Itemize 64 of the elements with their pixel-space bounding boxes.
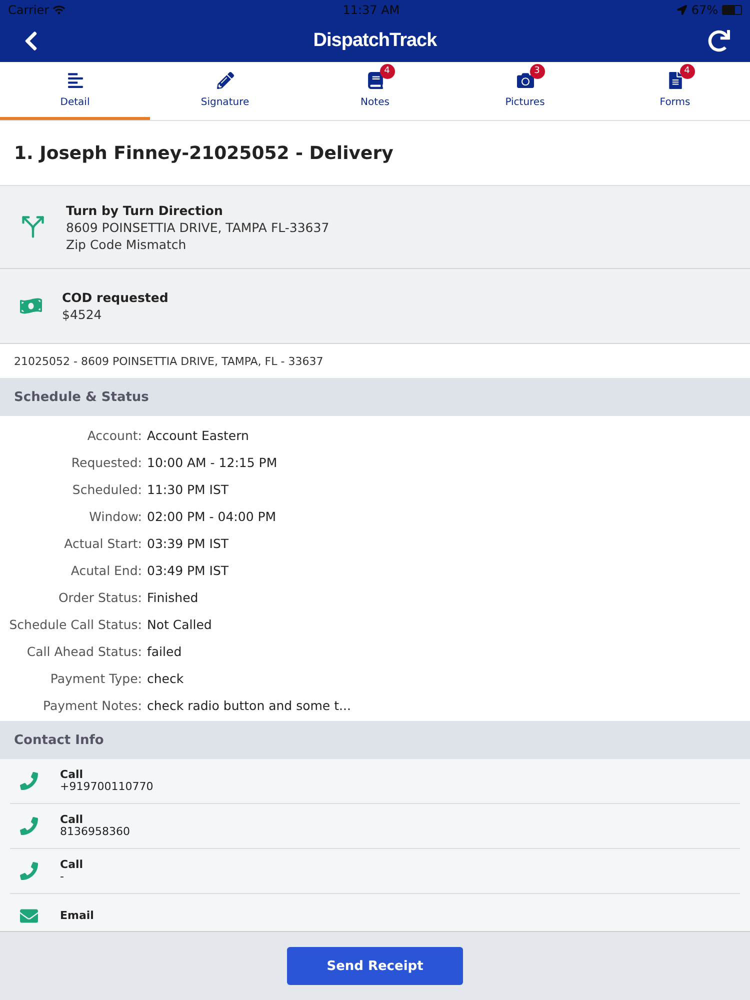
contact-row[interactable]: Call 8136958360 <box>10 804 740 849</box>
info-title: COD requested <box>62 289 168 306</box>
info-text: 8609 POINSETTIA DRIVE, TAMPA FL-33637 <box>66 218 330 236</box>
field-value: Not Called <box>147 617 213 632</box>
field-label: Payment Type: <box>49 671 142 686</box>
contact-row[interactable]: Call +919700110770 <box>10 759 740 804</box>
section-header: Schedule & Status <box>0 378 750 416</box>
phone-icon <box>20 862 38 880</box>
info-title: Turn by Turn Direction <box>66 202 224 218</box>
phone-icon <box>20 817 38 835</box>
count-badge: 4 <box>380 64 394 78</box>
contact-label: Call <box>60 859 84 871</box>
info-text: $4524 <box>62 306 103 323</box>
field-label: Actual Start: <box>63 536 142 551</box>
section-header: Contact Info <box>0 721 750 759</box>
field-value: 10:00 AM - 12:15 PM <box>147 455 278 470</box>
wifi-icon <box>53 4 66 16</box>
field-label: Account: <box>86 428 142 443</box>
field-value: Account Eastern <box>147 428 250 443</box>
field-label: Schedule Call Status: <box>8 617 142 632</box>
info-row[interactable]: COD requested $4524 <box>0 269 750 344</box>
fork-arrow-icon <box>20 214 46 240</box>
info-row[interactable]: Turn by Turn Direction 8609 POINSETTIA DRIVE, TAMPA FL-33637 Zip Code Mismatch <box>0 186 750 269</box>
contact-value: 8136958360 <box>60 826 130 838</box>
camera-icon <box>516 72 534 88</box>
field-value: 03:39 PM IST <box>147 536 230 551</box>
field-value: check radio button and some t... <box>147 698 352 713</box>
phone-icon <box>20 772 38 790</box>
envelope-icon <box>20 907 38 925</box>
field-value: 02:00 PM - 04:00 PM <box>147 509 278 524</box>
info-text: Zip Code Mismatch <box>66 236 188 252</box>
contact-row[interactable]: Call - <box>10 849 740 894</box>
app-logo: DispatchTrack <box>313 30 437 52</box>
field-value: 03:49 PM IST <box>147 563 230 578</box>
location-icon <box>677 5 688 15</box>
pencil-icon <box>216 72 234 88</box>
clock: 11:37 AM <box>342 3 400 17</box>
field-label: Order Status: <box>57 590 142 605</box>
document-icon <box>666 72 684 88</box>
count-badge: 4 <box>680 64 694 78</box>
carrier-label: Carrier <box>8 3 50 17</box>
field-label: Window: <box>88 509 142 524</box>
address-text: 21025052 - 8609 POINSETTIA DRIVE, TAMPA, FL - 33637 <box>13 354 324 370</box>
field-label: Acutal End: <box>70 563 142 578</box>
book-icon <box>366 72 384 88</box>
contact-value: +919700110770 <box>60 781 154 793</box>
battery-percent: 67% <box>691 3 718 17</box>
count-badge: 3 <box>530 64 544 78</box>
field-label: Scheduled: <box>71 482 142 497</box>
field-label: Call Ahead Status: <box>26 644 142 659</box>
field-value: Finished <box>147 590 200 605</box>
contact-label: Email <box>60 910 94 922</box>
refresh-button[interactable] <box>708 30 730 52</box>
contact-label: Call <box>60 814 84 826</box>
contact-value: - <box>60 871 65 883</box>
send-receipt-button[interactable]: Send Receipt <box>287 947 463 985</box>
field-value: failed <box>147 644 183 659</box>
field-value: 11:30 PM IST <box>147 482 230 497</box>
battery-icon <box>722 5 742 15</box>
contact-label: Call <box>60 769 84 781</box>
field-value: check <box>147 671 185 686</box>
lines-icon <box>66 72 84 88</box>
field-label: Payment Notes: <box>42 698 142 713</box>
field-label: Requested: <box>70 455 142 470</box>
